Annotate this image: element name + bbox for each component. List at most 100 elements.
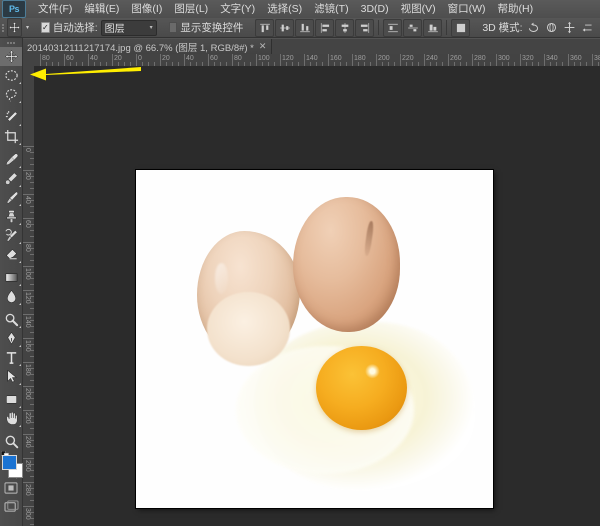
photoshop-window: Ps 文件(F)编辑(E)图像(I)图层(L)文字(Y)选择(S)滤镜(T)3D… [0, 0, 600, 526]
move-tool[interactable] [0, 47, 22, 66]
align-bottom-edges-button[interactable] [295, 19, 314, 37]
document-tab[interactable]: 20140312111217174.jpg @ 66.7% (图层 1, RGB… [22, 39, 272, 54]
move-tool-icon [8, 21, 21, 34]
ruler-tick [22, 458, 34, 459]
auto-select-label: 自动选择: [53, 20, 98, 35]
zoom-tool[interactable] [0, 432, 22, 451]
ruler-tick [424, 54, 425, 66]
menu-3d[interactable]: 3D(D) [355, 1, 395, 17]
ruler-tick [22, 314, 34, 315]
ruler-tick [472, 54, 473, 66]
crop-tool[interactable] [0, 127, 22, 146]
eyedropper-tool[interactable] [0, 150, 22, 169]
ruler-tick [592, 54, 593, 66]
tool-flyout-indicator [19, 242, 21, 244]
tool-flyout-indicator [19, 345, 21, 347]
tool-flyout-indicator [19, 261, 21, 263]
ruler-tick [22, 362, 34, 363]
auto-select-target-dropdown[interactable]: 图层 ▾ [101, 20, 157, 36]
align-bottom-edges-icon [299, 22, 311, 34]
distribute-vertical-center-button[interactable] [403, 19, 422, 37]
distribute-bottom-icon [427, 22, 439, 34]
rectangle-tool[interactable] [0, 390, 22, 409]
slide-3d-object-icon [581, 21, 594, 34]
clone-stamp-tool[interactable] [0, 207, 22, 226]
history-brush-tool[interactable] [0, 226, 22, 245]
move-tool-icon [4, 49, 19, 64]
ruler-tick [22, 434, 34, 435]
pen-tool[interactable] [0, 329, 22, 348]
tools-panel-grip[interactable] [0, 38, 22, 47]
auto-align-layers-button[interactable] [451, 19, 470, 37]
ruler-tick [22, 506, 34, 507]
menu-layer[interactable]: 图层(L) [168, 1, 214, 17]
path-selection-tool[interactable] [0, 367, 22, 386]
align-vertical-centers-button[interactable] [275, 19, 294, 37]
document-tab-strip: 20140312111217174.jpg @ 66.7% (图层 1, RGB… [22, 39, 600, 55]
ruler-tick [22, 482, 34, 483]
align-top-edges-icon [259, 22, 271, 34]
mode3d-label: 3D 模式: [482, 20, 522, 35]
eraser-tool[interactable] [0, 245, 22, 264]
auto-select-checkbox[interactable]: ✓ [41, 22, 50, 33]
menu-window[interactable]: 窗口(W) [442, 1, 492, 17]
tool-flyout-indicator [19, 303, 21, 305]
quick-mask-toggle[interactable] [0, 479, 22, 497]
ruler-tick [328, 54, 329, 66]
document-canvas[interactable] [136, 170, 493, 508]
close-icon[interactable]: ✕ [259, 41, 267, 52]
menu-file[interactable]: 文件(F) [32, 1, 78, 17]
tool-flyout-indicator [19, 143, 21, 145]
menu-image[interactable]: 图像(I) [125, 1, 168, 17]
menu-edit[interactable]: 编辑(E) [78, 1, 125, 17]
menu-help[interactable]: 帮助(H) [492, 1, 540, 17]
align-horizontal-centers-button[interactable] [335, 19, 354, 37]
ruler-tick [22, 290, 34, 291]
foreground-color-swatch[interactable] [2, 455, 17, 470]
tool-flyout-indicator [19, 364, 21, 366]
ruler-tick [568, 54, 569, 66]
menu-type[interactable]: 文字(Y) [214, 1, 261, 17]
roll-3d-object-button[interactable] [544, 20, 560, 36]
spot-healing-brush-tool[interactable] [0, 169, 22, 188]
tool-flyout-indicator [19, 284, 21, 286]
menu-view[interactable]: 视图(V) [395, 1, 442, 17]
ruler-tick [448, 54, 449, 66]
active-tool-preset-button[interactable] [7, 18, 22, 37]
clone-stamp-tool-icon [4, 209, 19, 224]
screen-mode-button[interactable] [0, 497, 22, 515]
align-top-edges-button[interactable] [255, 19, 274, 37]
lasso-tool[interactable] [0, 85, 22, 104]
canvas-work-area[interactable] [34, 66, 600, 526]
align-right-edges-button[interactable] [355, 19, 374, 37]
menu-filter[interactable]: 滤镜(T) [308, 1, 354, 17]
menu-select[interactable]: 选择(S) [261, 1, 308, 17]
show-transform-checkbox[interactable]: ✓ [169, 22, 178, 33]
distribute-bottom-button[interactable] [423, 19, 442, 37]
horizontal-type-tool[interactable] [0, 348, 22, 367]
tool-flyout-indicator [19, 185, 21, 187]
elliptical-marquee-tool[interactable] [0, 66, 22, 85]
rectangle-tool-icon [4, 392, 19, 407]
tool-flyout-indicator [19, 166, 21, 168]
lasso-tool-icon [4, 87, 19, 102]
align-right-edges-icon [359, 22, 371, 34]
slide-3d-object-button[interactable] [580, 20, 596, 36]
blur-tool[interactable] [0, 287, 22, 306]
ruler-tick [160, 54, 161, 66]
align-left-edges-icon [319, 22, 331, 34]
dodge-tool[interactable] [0, 310, 22, 329]
distribute-top-button[interactable] [383, 19, 402, 37]
drag-3d-object-button[interactable] [562, 20, 578, 36]
magic-wand-tool[interactable] [0, 108, 22, 127]
options-bar-grip[interactable] [2, 19, 4, 37]
path-selection-tool-icon [4, 369, 19, 384]
tool-preset-chevron-icon[interactable]: ▾ [26, 24, 29, 31]
tool-flyout-indicator [19, 101, 21, 103]
brush-tool[interactable] [0, 188, 22, 207]
align-left-edges-button[interactable] [315, 19, 334, 37]
hand-tool[interactable] [0, 409, 22, 428]
rotate-3d-object-button[interactable] [526, 20, 542, 36]
ruler-tick [256, 54, 257, 66]
gradient-tool[interactable] [0, 268, 22, 287]
